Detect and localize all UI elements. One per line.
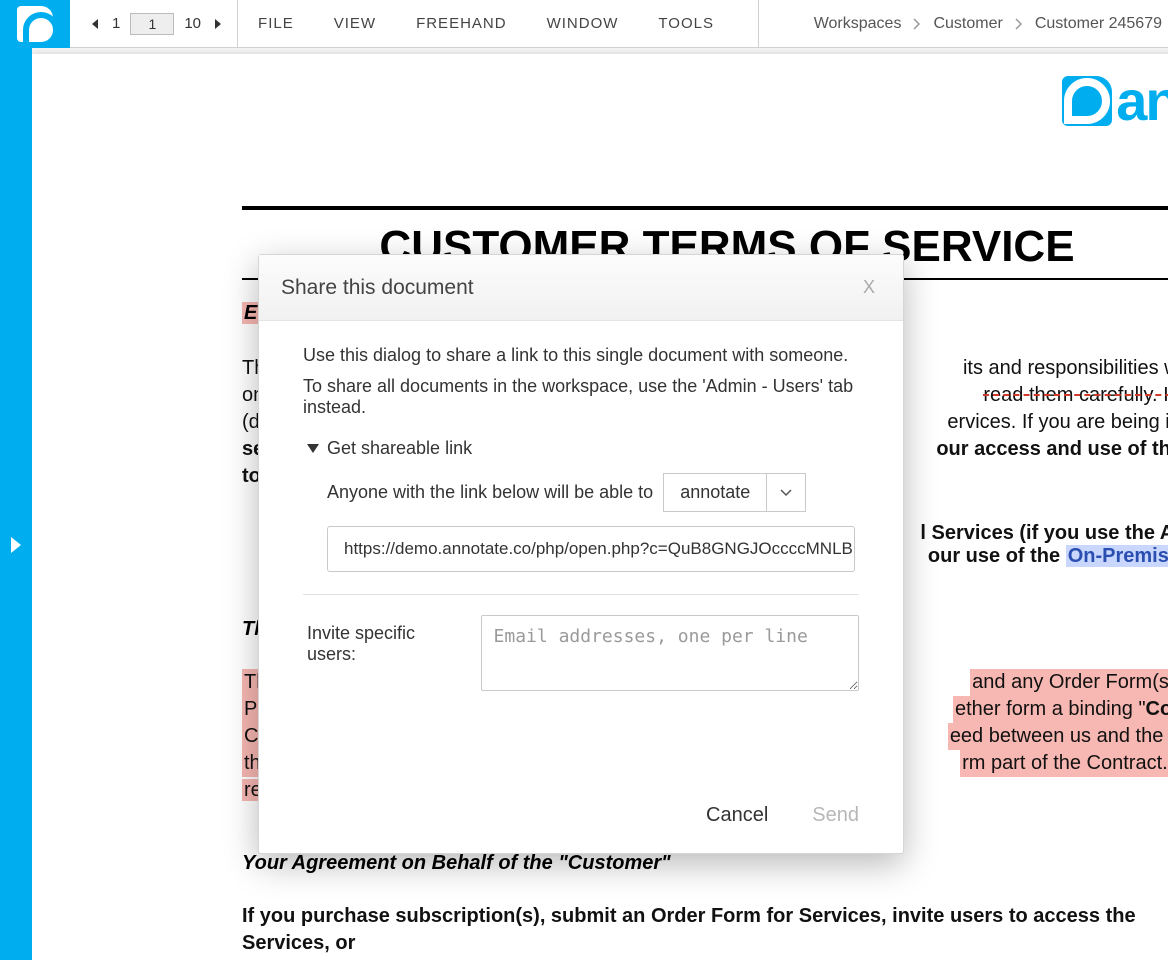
chevron-right-icon	[1015, 18, 1023, 30]
get-shareable-link-toggle[interactable]: Get shareable link	[307, 438, 859, 459]
brand-watermark: anno	[1062, 68, 1168, 133]
share-dialog-title: Share this document	[281, 276, 474, 300]
get-shareable-link-label: Get shareable link	[327, 438, 472, 459]
close-button[interactable]: X	[857, 273, 881, 302]
permission-label: Anyone with the link below will be able …	[327, 482, 653, 503]
brand-text: anno	[1116, 68, 1168, 133]
menu-freehand[interactable]: FREEHAND	[396, 15, 527, 32]
prev-page-button[interactable]	[90, 19, 102, 29]
breadcrumb-workspaces[interactable]: Workspaces	[814, 15, 902, 33]
section-heading: Your Agreement on Behalf of the "Custome…	[242, 852, 1168, 875]
invite-emails-input[interactable]	[481, 615, 859, 691]
permission-select[interactable]: annotate	[663, 473, 806, 512]
invite-row: Invite specific users:	[307, 615, 859, 691]
highlight-pink: ether form a binding "Contra	[953, 696, 1168, 723]
share-url-field[interactable]: https://demo.annotate.co/php/open.php?c=…	[327, 526, 855, 572]
next-page-button[interactable]	[211, 19, 223, 29]
chevron-down-icon[interactable]	[766, 473, 806, 512]
share-dialog-header: Share this document X	[259, 255, 903, 321]
share-dialog: Share this document X Use this dialog to…	[258, 254, 904, 854]
app-logo[interactable]	[0, 0, 70, 48]
paragraph: If you purchase subscription(s), submit …	[242, 903, 1168, 957]
menu-tools[interactable]: TOOLS	[638, 15, 734, 32]
cancel-button[interactable]: Cancel	[706, 804, 768, 827]
share-dialog-footer: Cancel Send	[259, 786, 903, 853]
chevron-right-icon	[913, 18, 921, 30]
page-navigator: 1 10	[70, 0, 238, 48]
first-page-number: 1	[112, 15, 120, 32]
share-description-1: Use this dialog to share a link to this …	[303, 345, 859, 366]
permission-row: Anyone with the link below will be able …	[327, 473, 859, 512]
strikethrough-text: read them carefully. If you	[983, 382, 1168, 409]
triangle-down-icon	[307, 438, 319, 459]
breadcrumb: Workspaces Customer Customer 245679	[794, 15, 1168, 33]
top-toolbar: 1 10 FILE VIEW FREEHAND WINDOW TOOLS Wor…	[70, 0, 1168, 48]
share-dialog-body: Use this dialog to share a link to this …	[259, 321, 903, 786]
divider	[303, 594, 859, 595]
breadcrumb-customer[interactable]: Customer	[933, 15, 1002, 33]
permission-value: annotate	[663, 473, 766, 512]
menu-file[interactable]: FILE	[238, 15, 314, 32]
brand-mark-icon	[1062, 76, 1112, 126]
breadcrumb-document[interactable]: Customer 245679	[1035, 15, 1162, 33]
share-description-2: To share all documents in the workspace,…	[303, 376, 859, 418]
menu-window[interactable]: WINDOW	[527, 15, 639, 32]
total-pages: 10	[184, 15, 201, 32]
highlight-blue: On-Premise Se	[1066, 545, 1168, 567]
highlight-pink: and any Order Form(s) (de	[970, 669, 1168, 696]
current-page-input[interactable]	[130, 13, 174, 35]
app-logo-glyph	[17, 6, 53, 42]
menu-view[interactable]: VIEW	[314, 15, 396, 32]
highlight-pink: rm part of the Contract. "We	[960, 750, 1168, 777]
left-rail	[0, 0, 32, 960]
highlight-pink: eed between us and the Cust	[948, 723, 1168, 750]
send-button[interactable]: Send	[812, 804, 859, 827]
invite-label: Invite specific users:	[307, 615, 467, 665]
expand-sidebar-button[interactable]	[8, 535, 24, 555]
menu-bar: FILE VIEW FREEHAND WINDOW TOOLS	[238, 0, 759, 48]
title-rule-top	[242, 206, 1168, 210]
